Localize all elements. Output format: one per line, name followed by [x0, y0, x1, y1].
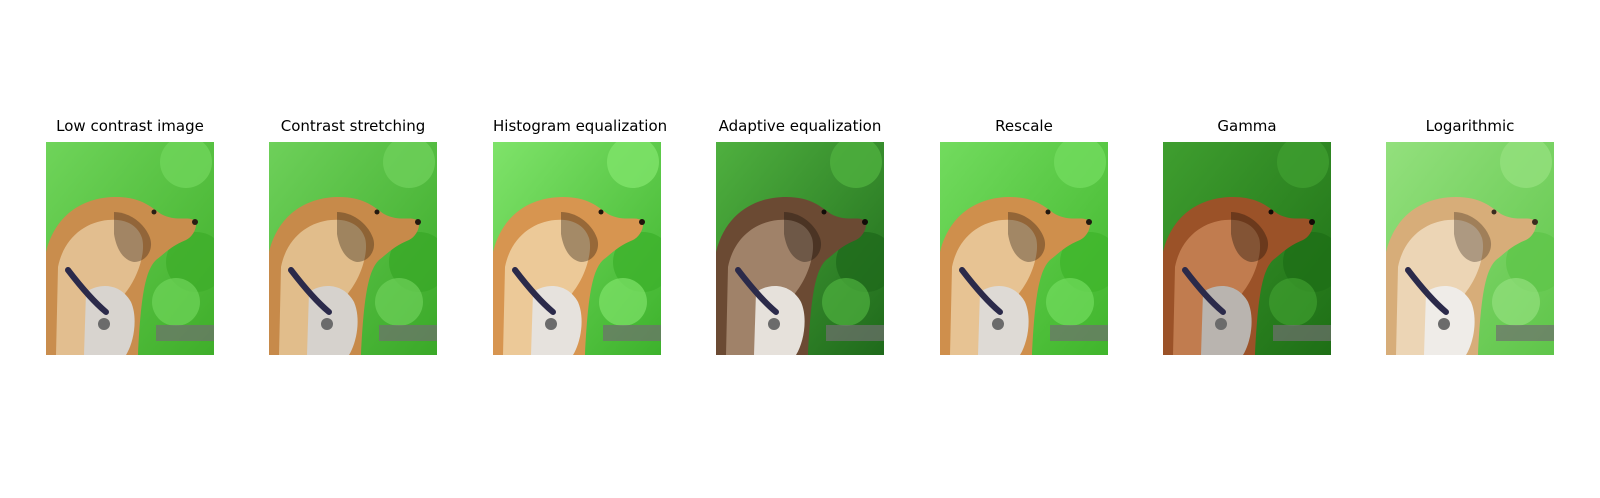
log-stump — [156, 325, 214, 341]
panel-title: Adaptive equalization — [718, 117, 882, 135]
dog-eye — [1491, 209, 1497, 215]
dog-photo-svg — [46, 142, 214, 355]
dog-image — [269, 142, 437, 355]
dog-tag — [98, 318, 110, 330]
panel-gamma: Gamma — [1163, 117, 1331, 355]
dog-image — [46, 142, 214, 355]
dog-tag — [992, 318, 1004, 330]
dog-image — [493, 142, 661, 355]
foliage — [1046, 278, 1094, 326]
dog-photo-svg — [716, 142, 884, 355]
panel-logarithmic: Logarithmic — [1386, 117, 1554, 355]
dog-eye — [374, 209, 380, 215]
dog-image — [1163, 142, 1331, 355]
panel-title: Gamma — [1217, 117, 1277, 135]
dog-photo-svg — [1386, 142, 1554, 355]
dog-nose — [1309, 219, 1315, 225]
foliage — [1269, 278, 1317, 326]
panel-title: Rescale — [995, 117, 1053, 135]
dog-nose — [1532, 219, 1538, 225]
panel-adaptive-equalization: Adaptive equalization — [716, 117, 884, 355]
dog-tag — [321, 318, 333, 330]
log-stump — [1273, 325, 1331, 341]
dog-image — [716, 142, 884, 355]
foliage — [375, 278, 423, 326]
dog-photo-svg — [1163, 142, 1331, 355]
dog-tag — [545, 318, 557, 330]
dog-nose — [415, 219, 421, 225]
foliage — [599, 278, 647, 326]
dog-nose — [1086, 219, 1092, 225]
log-stump — [603, 325, 661, 341]
log-stump — [826, 325, 884, 341]
dog-tag — [768, 318, 780, 330]
log-stump — [379, 325, 437, 341]
panel-title: Contrast stretching — [280, 117, 426, 135]
dog-image — [940, 142, 1108, 355]
panel-low-contrast: Low contrast image — [46, 117, 214, 355]
log-stump — [1496, 325, 1554, 341]
panel-title: Low contrast image — [56, 117, 204, 135]
panel-contrast-stretching: Contrast stretching — [269, 117, 437, 355]
dog-photo-svg — [493, 142, 661, 355]
dog-tag — [1215, 318, 1227, 330]
dog-eye — [821, 209, 827, 215]
dog-image — [1386, 142, 1554, 355]
panel-title: Logarithmic — [1425, 117, 1515, 135]
dog-photo-svg — [269, 142, 437, 355]
dog-nose — [192, 219, 198, 225]
dog-eye — [1268, 209, 1274, 215]
dog-eye — [598, 209, 604, 215]
foliage — [1492, 278, 1540, 326]
panel-title: Histogram equalization — [493, 117, 668, 135]
foliage — [822, 278, 870, 326]
dog-photo-svg — [940, 142, 1108, 355]
dog-nose — [862, 219, 868, 225]
panel-rescale: Rescale — [940, 117, 1108, 355]
log-stump — [1050, 325, 1108, 341]
dog-nose — [639, 219, 645, 225]
dog-eye — [151, 209, 157, 215]
foliage — [152, 278, 200, 326]
dog-eye — [1045, 209, 1051, 215]
panel-histogram-equalization: Histogram equalization — [493, 117, 668, 355]
dog-tag — [1438, 318, 1450, 330]
